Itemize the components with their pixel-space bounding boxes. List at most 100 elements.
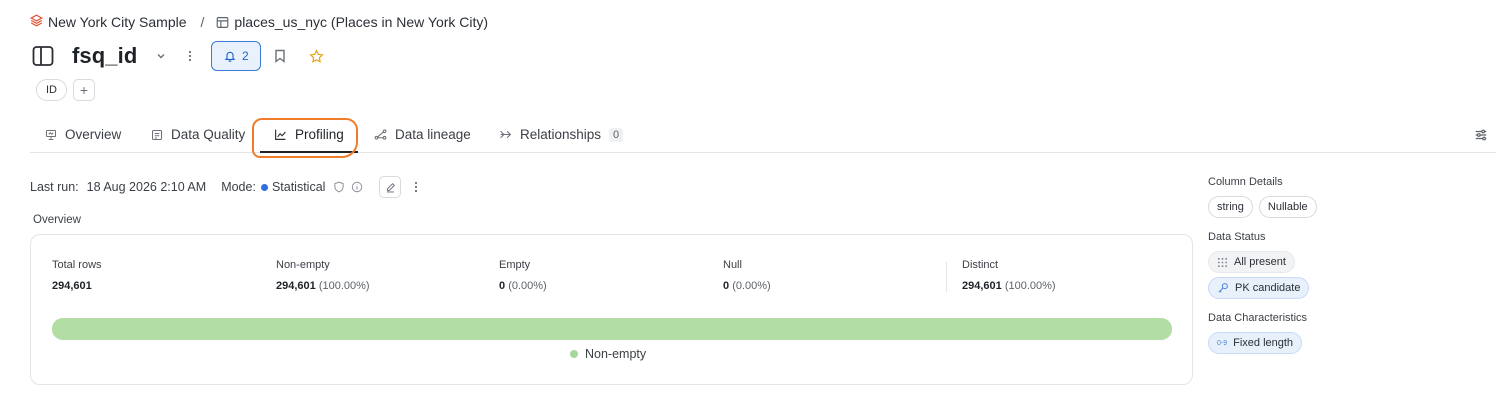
completeness-bar[interactable]: [52, 318, 1172, 340]
lineage-icon: [374, 128, 387, 141]
details-side-panel: Column Details string Nullable Data Stat…: [1208, 176, 1488, 354]
tab-relationships-label: Relationships: [520, 127, 602, 142]
stat-percent: (0.00%): [732, 280, 771, 292]
chip-all-present-label: All present: [1234, 256, 1286, 268]
add-tag-button[interactable]: +: [73, 79, 95, 101]
edit-icon: [385, 182, 396, 193]
chip-fixed-length-label: Fixed length: [1233, 337, 1294, 349]
table-icon: [216, 16, 229, 29]
tab-data-quality[interactable]: Data Quality: [151, 116, 245, 153]
mode-status-dot: [260, 183, 268, 191]
last-run-label: Last run:: [30, 180, 79, 194]
page-title: fsq_id: [72, 43, 138, 68]
stat-number: 0: [499, 280, 506, 292]
mode-label: Mode:: [221, 180, 256, 194]
breadcrumb-workspace-label: New York City Sample: [48, 14, 187, 30]
tab-data-quality-label: Data Quality: [171, 127, 246, 142]
data-characteristics-heading: Data Characteristics: [1208, 312, 1308, 324]
column-details-chips: string Nullable: [1208, 196, 1488, 218]
data-status-heading: Data Status: [1208, 231, 1266, 243]
legend-label: Non-empty: [585, 347, 647, 361]
alerts-count: 2: [242, 49, 249, 63]
stat-percent: (0.00%): [508, 280, 547, 292]
stat-null: Null 0 (0.00%): [723, 259, 771, 292]
stat-label: Non-empty: [276, 259, 330, 271]
alerts-button[interactable]: 2: [211, 41, 262, 71]
star-icon[interactable]: [309, 48, 325, 64]
tag-list: ID +: [36, 79, 95, 101]
stat-value: 294,601: [52, 280, 102, 292]
chip-fixed-length: 0-9 Fixed length: [1208, 332, 1303, 354]
stat-label: Null: [723, 259, 742, 271]
active-tab-indicator: [260, 151, 358, 153]
stat-value: 0 (0.00%): [499, 280, 547, 292]
chip-pk-candidate-label: PK candidate: [1235, 282, 1301, 294]
breadcrumb-workspace[interactable]: New York City Sample: [29, 14, 187, 30]
tab-overview-label: Overview: [65, 127, 122, 142]
plus-icon: +: [79, 82, 89, 98]
tab-overview[interactable]: Overview: [45, 116, 121, 153]
column-details-heading: Column Details: [1208, 176, 1283, 188]
tag-id[interactable]: ID: [36, 79, 67, 101]
stat-value: 294,601 (100.00%): [962, 280, 1056, 292]
overview-card: Total rows 294,601 Non-empty 294,601 (10…: [30, 234, 1193, 385]
overview-section-label: Overview: [33, 214, 81, 226]
grid-dots-icon: [1217, 257, 1228, 268]
sliders-icon[interactable]: [1474, 128, 1488, 142]
tab-data-lineage-label: Data lineage: [395, 127, 471, 142]
layers-icon: [29, 14, 44, 30]
chip-nullable: Nullable: [1258, 196, 1317, 218]
tab-relationships[interactable]: Relationships 0: [499, 116, 624, 153]
chip-all-present: All present: [1208, 251, 1295, 273]
bookmark-icon[interactable]: [274, 49, 290, 63]
stat-label: Empty: [499, 259, 531, 271]
data-characteristics-chips: 0-9 Fixed length: [1208, 332, 1488, 354]
chart-line-icon: [274, 128, 287, 141]
more-vertical-icon[interactable]: [182, 50, 198, 62]
stat-divider: [946, 262, 947, 292]
stat-non-empty: Non-empty 294,601 (100.00%): [276, 259, 370, 292]
chip-pk-candidate: PK candidate: [1208, 277, 1310, 299]
stat-percent: (100.00%): [1004, 280, 1056, 292]
last-run-value: 18 Aug 2026 2:10 AM: [86, 180, 207, 194]
shield-icon: [333, 181, 345, 193]
breadcrumb-table-label: places_us_nyc (Places in New York City): [234, 14, 489, 30]
presentation-icon: [45, 129, 57, 141]
sidebar-toggle-icon[interactable]: [30, 43, 56, 69]
checklist-icon: [151, 129, 163, 141]
tab-profiling-label: Profiling: [295, 127, 344, 142]
stat-number: 294,601: [962, 280, 1002, 292]
header: fsq_id 2: [30, 40, 325, 72]
tab-profiling[interactable]: Profiling: [274, 116, 344, 153]
stat-distinct: Distinct 294,601 (100.00%): [962, 259, 1056, 292]
mode-value: Statistical: [271, 180, 326, 194]
breadcrumb-table[interactable]: places_us_nyc (Places in New York City): [216, 14, 488, 30]
stat-number: 294,601: [52, 280, 92, 292]
edit-profiling-button[interactable]: [379, 176, 402, 198]
relationships-icon: [499, 128, 512, 141]
bar-legend: Non-empty: [570, 347, 646, 361]
data-status-chips: All present: [1208, 251, 1488, 273]
breadcrumb: New York City Sample / places_us_nyc (Pl…: [29, 12, 488, 32]
bell-icon: [224, 50, 236, 62]
relationships-count-badge: 0: [609, 127, 624, 142]
tab-data-lineage[interactable]: Data lineage: [374, 116, 471, 153]
completeness-bar-fill: [52, 318, 1172, 340]
stat-total-rows: Total rows 294,601: [52, 259, 102, 292]
stat-label: Total rows: [52, 259, 102, 271]
breadcrumb-separator: /: [200, 14, 205, 30]
info-icon[interactable]: [351, 181, 363, 193]
stat-label: Distinct: [962, 259, 999, 271]
stat-empty: Empty 0 (0.00%): [499, 259, 547, 292]
key-icon: [1217, 282, 1229, 294]
legend-dot: [570, 350, 578, 358]
stat-number: 294,601: [276, 280, 316, 292]
data-status-chips-2: PK candidate: [1208, 277, 1488, 299]
more-vertical-icon[interactable]: [414, 181, 418, 193]
chevron-down-icon[interactable]: [153, 51, 169, 61]
stat-number: 0: [723, 280, 730, 292]
stat-percent: (100.00%): [318, 280, 370, 292]
tab-bar: Overview Data Quality Profiling Data lin…: [30, 116, 1496, 158]
chip-type: string: [1208, 196, 1253, 218]
stat-value: 294,601 (100.00%): [276, 280, 370, 292]
